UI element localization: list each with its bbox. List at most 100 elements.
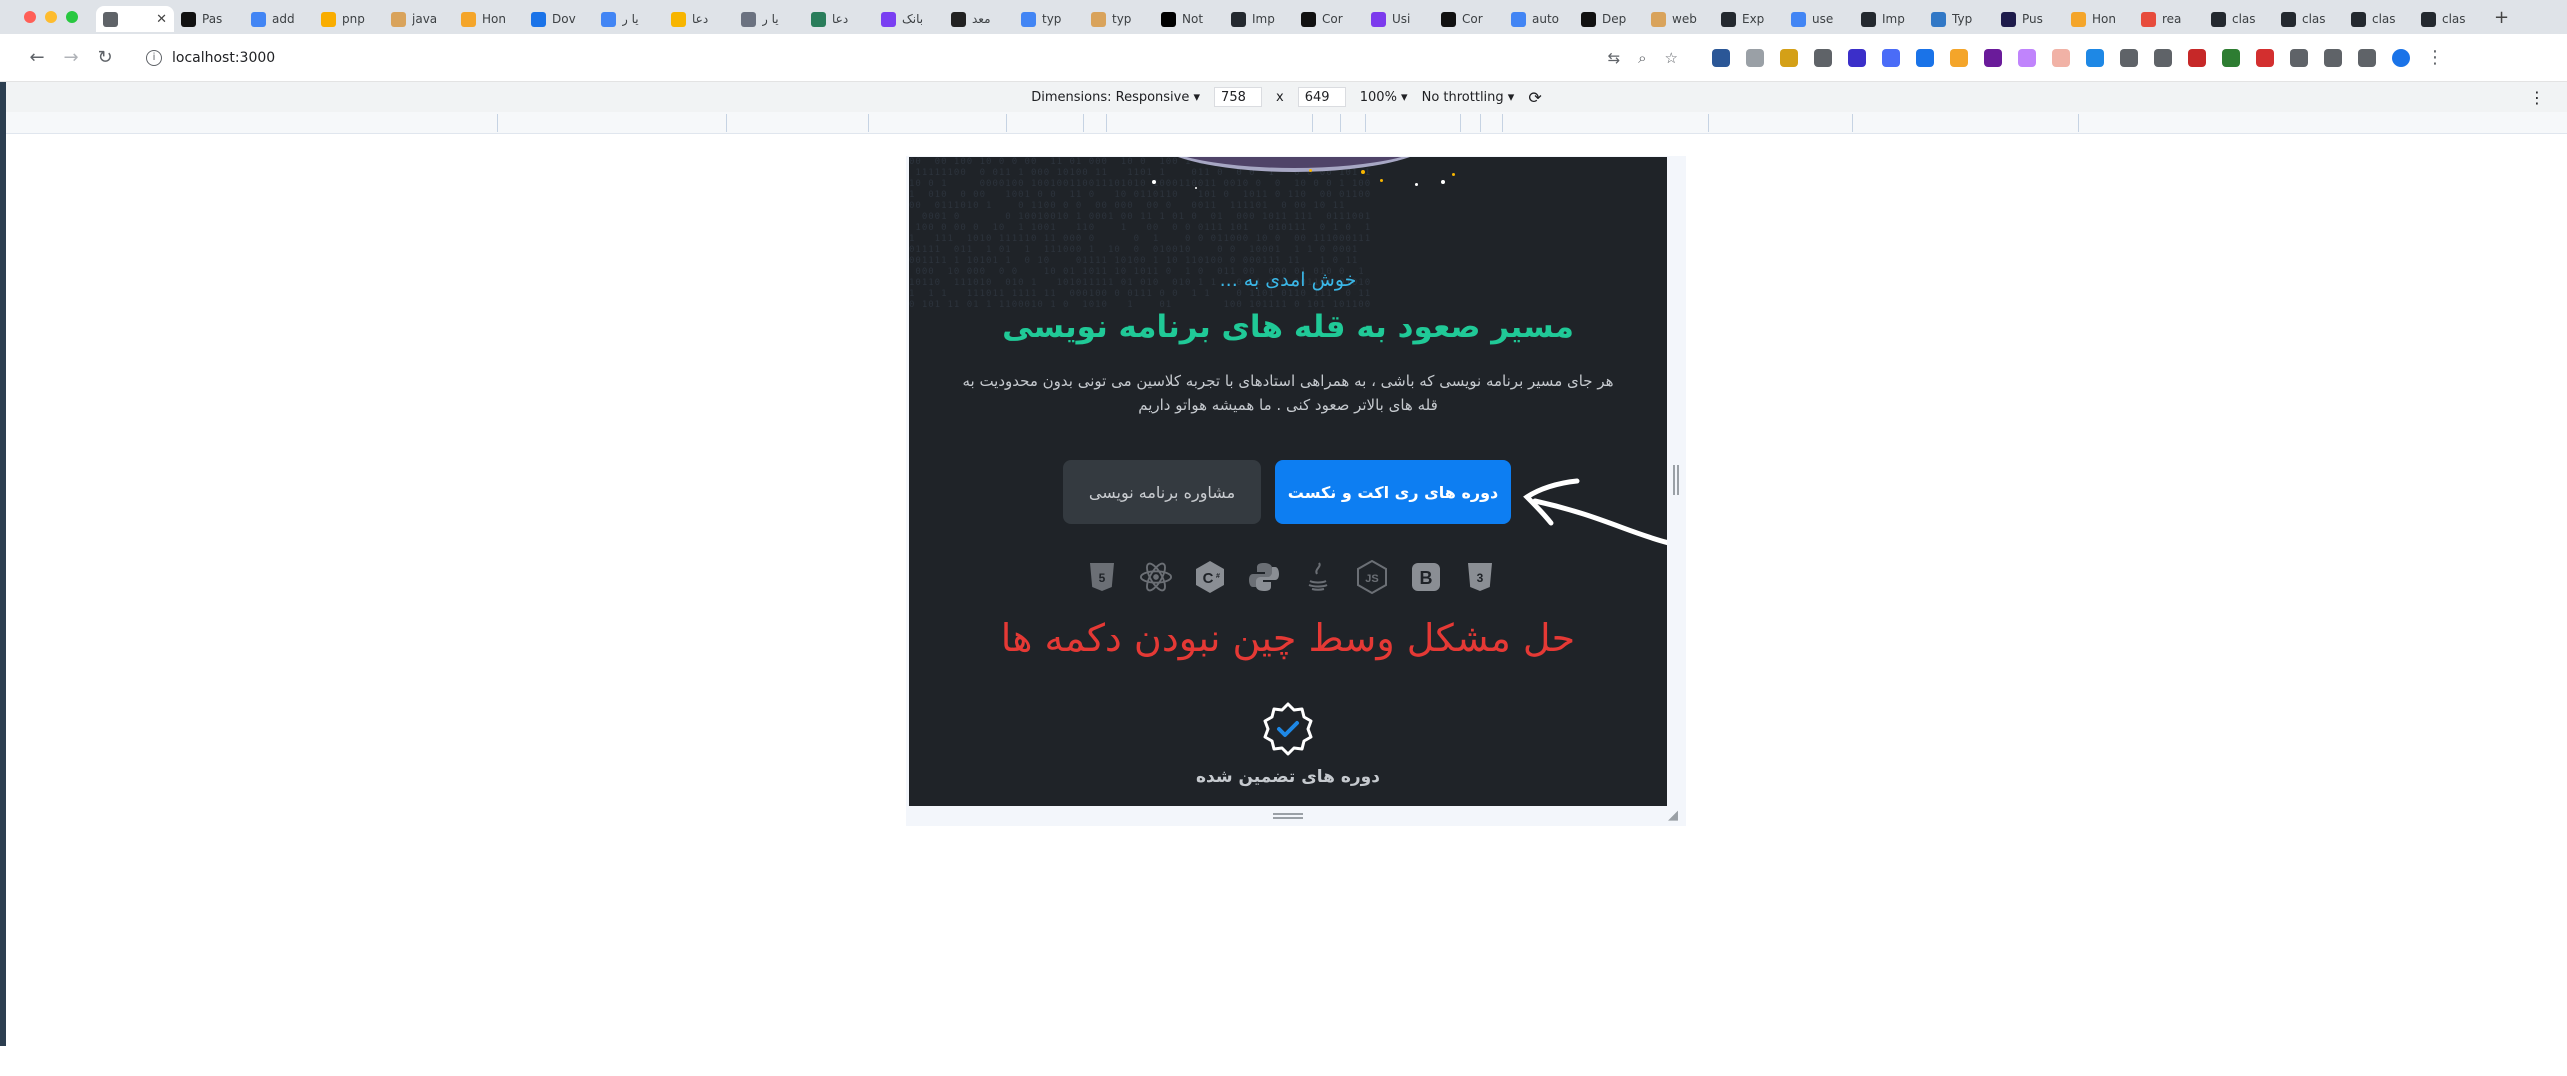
browser-tab[interactable]: Hon xyxy=(2064,6,2134,32)
new-tab-button[interactable]: + xyxy=(2494,7,2509,28)
close-tab-icon[interactable]: ✕ xyxy=(156,12,167,27)
download-icon[interactable] xyxy=(2324,48,2342,67)
viewport-resize-handle-corner[interactable]: ◢ xyxy=(1668,808,1678,823)
browser-menu-icon[interactable]: ⋮ xyxy=(2426,47,2444,68)
dimensions-select[interactable]: Dimensions: Responsive ▾ xyxy=(1031,90,1200,105)
consultation-button[interactable]: مشاوره برنامه نویسی xyxy=(1063,460,1261,524)
tab-title: add xyxy=(272,12,295,26)
browser-tab[interactable]: rea xyxy=(2134,6,2204,32)
extension-icon[interactable] xyxy=(2188,48,2206,67)
browser-tab[interactable]: clas xyxy=(2274,6,2344,32)
extension-icon[interactable] xyxy=(1882,48,1900,67)
side-panel-icon[interactable] xyxy=(2358,48,2376,67)
throttling-label: No throttling xyxy=(1421,89,1504,105)
browser-tab[interactable]: typ xyxy=(1014,6,1084,32)
browser-tab[interactable]: Typ xyxy=(1924,6,1994,32)
browser-tab[interactable]: clas xyxy=(2414,6,2484,32)
extension-icon[interactable] xyxy=(2154,48,2172,67)
browser-tab[interactable]: use xyxy=(1784,6,1854,32)
browser-tab[interactable]: Imp xyxy=(1854,6,1924,32)
svg-text:#: # xyxy=(1216,573,1220,580)
bookmark-star-icon[interactable]: ☆ xyxy=(1665,49,1678,67)
browser-tab[interactable]: معد xyxy=(944,6,1014,32)
extension-icon[interactable] xyxy=(1746,48,1764,67)
site-info-icon[interactable]: i xyxy=(146,49,162,66)
browser-tab[interactable]: Cor xyxy=(1434,6,1504,32)
github-icon xyxy=(2421,11,2436,27)
browser-tab[interactable]: دعا xyxy=(804,6,874,32)
width-input[interactable]: 758 xyxy=(1214,87,1263,107)
extension-icon[interactable] xyxy=(2120,48,2138,67)
browser-tab[interactable]: Cor xyxy=(1294,6,1364,32)
browser-tab[interactable]: یا ر xyxy=(594,6,664,32)
browser-tab[interactable]: بانک xyxy=(874,6,944,32)
reload-button[interactable]: ↻ xyxy=(88,47,122,68)
tab-strip: ✕ Pas add pnp java Hon Dov یا ر دعا یا ر دعا بانک مع… xyxy=(96,0,2484,34)
profile-icon[interactable] xyxy=(2392,48,2410,67)
browser-tab[interactable]: Exp xyxy=(1714,6,1784,32)
browser-tab[interactable]: java xyxy=(384,6,454,32)
maximize-window-button[interactable] xyxy=(66,11,78,23)
extension-icon[interactable] xyxy=(1984,48,2002,67)
tab-title: clas xyxy=(2302,12,2326,26)
extension-icon[interactable] xyxy=(2222,48,2240,67)
browser-tab[interactable]: Imp xyxy=(1224,6,1294,32)
extension-icon[interactable] xyxy=(2052,48,2070,67)
browser-tab[interactable]: ✕ xyxy=(96,6,174,32)
browser-tab[interactable]: Dep xyxy=(1574,6,1644,32)
device-toolbar-menu-icon[interactable]: ⋮ xyxy=(2529,88,2545,107)
browser-toolbar: ← → ↻ i localhost:3000 ⇆ ⌕ ☆ ⋮ xyxy=(0,34,2567,82)
tab-title: typ xyxy=(1112,12,1132,26)
viewport-resize-handle-right[interactable] xyxy=(1673,465,1679,495)
height-input[interactable]: 649 xyxy=(1297,87,1346,107)
browser-tab[interactable]: clas xyxy=(2204,6,2274,32)
bank-icon xyxy=(881,11,896,27)
tab-title: Dep xyxy=(1602,12,1627,26)
extension-icon[interactable] xyxy=(1814,48,1832,67)
minimize-window-button[interactable] xyxy=(45,11,57,23)
viewport-resize-handle-bottom[interactable] xyxy=(1273,813,1303,819)
browser-tab[interactable]: clas xyxy=(2344,6,2414,32)
browser-tab[interactable]: Hon xyxy=(454,6,524,32)
site-icon xyxy=(951,11,966,27)
browser-tab[interactable]: Dov xyxy=(524,6,594,32)
browser-tab[interactable]: Not xyxy=(1154,6,1224,32)
media-query-ruler xyxy=(6,112,2567,134)
browser-tab[interactable]: add xyxy=(244,6,314,32)
browser-tab[interactable]: auto xyxy=(1504,6,1574,32)
site-icon xyxy=(811,11,826,27)
browser-tab[interactable]: typ xyxy=(1084,6,1154,32)
extension-icon[interactable] xyxy=(1712,48,1730,67)
tab-title: clas xyxy=(2372,12,2396,26)
browser-tab[interactable]: یا ر xyxy=(734,6,804,32)
translate-icon[interactable]: ⇆ xyxy=(1608,49,1621,67)
browser-tab[interactable]: pnp xyxy=(314,6,384,32)
extension-icon[interactable] xyxy=(2256,48,2274,67)
extension-icon[interactable] xyxy=(2086,48,2104,67)
close-window-button[interactable] xyxy=(24,11,36,23)
back-button[interactable]: ← xyxy=(20,47,54,68)
browser-tab[interactable]: Usi xyxy=(1364,6,1434,32)
pnpm-icon xyxy=(321,11,336,27)
browser-tab[interactable]: Pas xyxy=(174,6,244,32)
sparkle-dot xyxy=(1152,180,1156,184)
forward-button[interactable]: → xyxy=(54,47,88,68)
github-icon xyxy=(1721,11,1736,27)
hero-description: هر جای مسیر برنامه نویسی که باشی ، به هم… xyxy=(962,372,1614,414)
extension-icon[interactable] xyxy=(2018,48,2036,67)
zoom-select[interactable]: 100% ▾ xyxy=(1360,90,1408,105)
throttling-select[interactable]: No throttling ▾ xyxy=(1422,90,1515,105)
browser-tab[interactable]: web xyxy=(1644,6,1714,32)
zoom-icon[interactable]: ⌕ xyxy=(1638,49,1646,67)
extension-icon[interactable] xyxy=(1950,48,1968,67)
google-icon xyxy=(1511,11,1526,27)
address-bar[interactable]: i localhost:3000 ⇆ ⌕ ☆ xyxy=(132,41,1692,74)
extension-icon[interactable] xyxy=(1916,48,1934,67)
puzzle-icon[interactable] xyxy=(2290,48,2308,67)
browser-tab[interactable]: دعا xyxy=(664,6,734,32)
extension-icon[interactable] xyxy=(1848,48,1866,67)
browser-tab[interactable]: Pus xyxy=(1994,6,2064,32)
extension-icon[interactable] xyxy=(1780,48,1798,67)
react-next-courses-button[interactable]: دوره های ری اکت و نکست xyxy=(1275,460,1511,524)
rotate-icon[interactable]: ⟳ xyxy=(1528,88,1541,107)
